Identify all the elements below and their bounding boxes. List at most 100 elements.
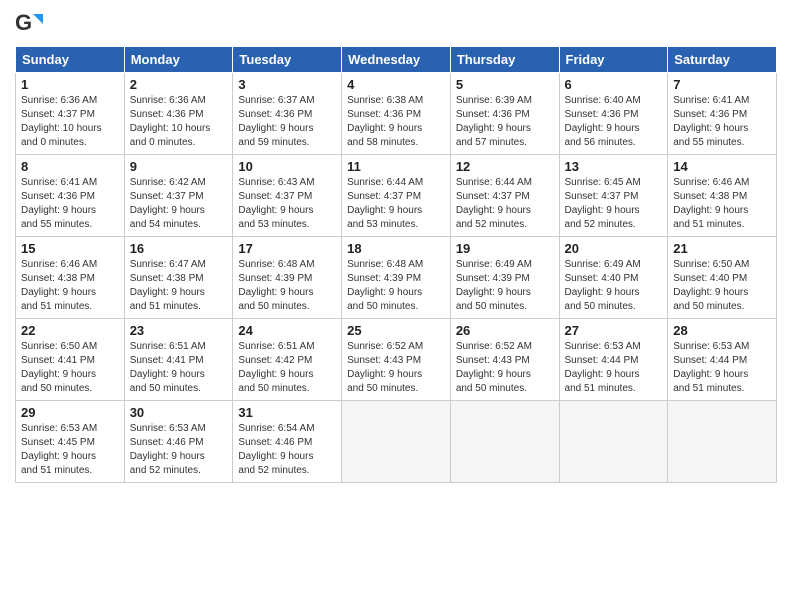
logo: G [15,10,47,38]
day-info: Sunrise: 6:49 AM Sunset: 4:39 PM Dayligh… [456,258,554,314]
calendar-cell: 19Sunrise: 6:49 AM Sunset: 4:39 PM Dayli… [450,237,559,319]
weekday-header-sunday: Sunday [16,47,125,73]
calendar-cell: 23 Sunrise: 6:51 AM Sunset: 4:41 PM Dayli… [124,319,233,401]
day-info: Sunrise: 6:50 AM Sunset: 4:41 PM Dayligh… [21,340,119,396]
day-info: Sunrise: 6:47 AM Sunset: 4:38 PM Dayligh… [130,258,228,314]
calendar-cell: 11 Sunrise: 6:44 AM Sunset: 4:37 PM Dayli… [342,155,451,237]
day-number: 4 [347,77,445,92]
day-number: 22 [21,323,119,338]
day-number: 11 [347,159,445,174]
day-number: 14 [673,159,771,174]
calendar-cell: 13Sunrise: 6:45 AM Sunset: 4:37 PM Dayli… [559,155,668,237]
day-info: Sunrise: 6:52 AM Sunset: 4:43 PM Dayligh… [347,340,445,396]
calendar-cell: 29 Sunrise: 6:53 AM Sunset: 4:45 PM Dayli… [16,401,125,483]
calendar-cell: 6Sunrise: 6:40 AM Sunset: 4:36 PM Daylig… [559,73,668,155]
calendar-cell: 22 Sunrise: 6:50 AM Sunset: 4:41 PM Dayli… [16,319,125,401]
day-number: 9 [130,159,228,174]
calendar-cell [668,401,777,483]
day-number: 29 [21,405,119,420]
day-info: Sunrise: 6:43 AM Sunset: 4:37 PM Dayligh… [238,176,336,232]
day-info: Sunrise: 6:45 AM Sunset: 4:37 PM Dayligh… [565,176,663,232]
day-number: 3 [238,77,336,92]
calendar-cell: 16 Sunrise: 6:47 AM Sunset: 4:38 PM Dayli… [124,237,233,319]
calendar-cell [342,401,451,483]
day-number: 24 [238,323,336,338]
calendar-cell: 18 Sunrise: 6:48 AM Sunset: 4:39 PM Dayli… [342,237,451,319]
calendar-cell: 20 Sunrise: 6:49 AM Sunset: 4:40 PM Dayli… [559,237,668,319]
day-info: Sunrise: 6:38 AM Sunset: 4:36 PM Dayligh… [347,94,445,150]
day-info: Sunrise: 6:53 AM Sunset: 4:46 PM Dayligh… [130,422,228,478]
day-info: Sunrise: 6:36 AM Sunset: 4:36 PM Dayligh… [130,94,228,150]
day-number: 15 [21,241,119,256]
day-info: Sunrise: 6:51 AM Sunset: 4:41 PM Dayligh… [130,340,228,396]
calendar-cell: 1Sunrise: 6:36 AM Sunset: 4:37 PM Daylig… [16,73,125,155]
calendar-cell: 25Sunrise: 6:52 AM Sunset: 4:43 PM Dayli… [342,319,451,401]
calendar-cell: 4 Sunrise: 6:38 AM Sunset: 4:36 PM Daylig… [342,73,451,155]
calendar-cell: 3 Sunrise: 6:37 AM Sunset: 4:36 PM Daylig… [233,73,342,155]
day-number: 21 [673,241,771,256]
calendar-cell: 7 Sunrise: 6:41 AM Sunset: 4:36 PM Daylig… [668,73,777,155]
calendar-table: SundayMondayTuesdayWednesdayThursdayFrid… [15,46,777,483]
day-number: 7 [673,77,771,92]
week-row-1: 1Sunrise: 6:36 AM Sunset: 4:37 PM Daylig… [16,73,777,155]
weekday-header-tuesday: Tuesday [233,47,342,73]
day-info: Sunrise: 6:51 AM Sunset: 4:42 PM Dayligh… [238,340,336,396]
svg-text:G: G [15,10,32,35]
day-info: Sunrise: 6:41 AM Sunset: 4:36 PM Dayligh… [21,176,119,232]
day-info: Sunrise: 6:53 AM Sunset: 4:45 PM Dayligh… [21,422,119,478]
day-number: 23 [130,323,228,338]
day-info: Sunrise: 6:49 AM Sunset: 4:40 PM Dayligh… [565,258,663,314]
day-info: Sunrise: 6:37 AM Sunset: 4:36 PM Dayligh… [238,94,336,150]
day-info: Sunrise: 6:40 AM Sunset: 4:36 PM Dayligh… [565,94,663,150]
calendar-cell: 15 Sunrise: 6:46 AM Sunset: 4:38 PM Dayli… [16,237,125,319]
day-info: Sunrise: 6:44 AM Sunset: 4:37 PM Dayligh… [347,176,445,232]
calendar-cell: 5 Sunrise: 6:39 AM Sunset: 4:36 PM Daylig… [450,73,559,155]
day-info: Sunrise: 6:42 AM Sunset: 4:37 PM Dayligh… [130,176,228,232]
weekday-header-thursday: Thursday [450,47,559,73]
day-number: 27 [565,323,663,338]
weekday-header-saturday: Saturday [668,47,777,73]
day-number: 12 [456,159,554,174]
day-info: Sunrise: 6:52 AM Sunset: 4:43 PM Dayligh… [456,340,554,396]
calendar-cell: 30Sunrise: 6:53 AM Sunset: 4:46 PM Dayli… [124,401,233,483]
calendar-cell: 2Sunrise: 6:36 AM Sunset: 4:36 PM Daylig… [124,73,233,155]
calendar-cell [559,401,668,483]
day-info: Sunrise: 6:41 AM Sunset: 4:36 PM Dayligh… [673,94,771,150]
weekday-header-row: SundayMondayTuesdayWednesdayThursdayFrid… [16,47,777,73]
day-info: Sunrise: 6:54 AM Sunset: 4:46 PM Dayligh… [238,422,336,478]
day-number: 8 [21,159,119,174]
day-info: Sunrise: 6:53 AM Sunset: 4:44 PM Dayligh… [565,340,663,396]
day-number: 18 [347,241,445,256]
calendar-cell [450,401,559,483]
calendar-cell: 10 Sunrise: 6:43 AM Sunset: 4:37 PM Dayli… [233,155,342,237]
week-row-5: 29 Sunrise: 6:53 AM Sunset: 4:45 PM Dayli… [16,401,777,483]
calendar-cell: 24 Sunrise: 6:51 AM Sunset: 4:42 PM Dayli… [233,319,342,401]
calendar-cell: 9 Sunrise: 6:42 AM Sunset: 4:37 PM Daylig… [124,155,233,237]
day-number: 10 [238,159,336,174]
day-number: 28 [673,323,771,338]
day-number: 16 [130,241,228,256]
week-row-3: 15 Sunrise: 6:46 AM Sunset: 4:38 PM Dayli… [16,237,777,319]
calendar-cell: 27 Sunrise: 6:53 AM Sunset: 4:44 PM Dayli… [559,319,668,401]
day-info: Sunrise: 6:50 AM Sunset: 4:40 PM Dayligh… [673,258,771,314]
day-info: Sunrise: 6:48 AM Sunset: 4:39 PM Dayligh… [347,258,445,314]
calendar-cell: 31 Sunrise: 6:54 AM Sunset: 4:46 PM Dayli… [233,401,342,483]
day-info: Sunrise: 6:46 AM Sunset: 4:38 PM Dayligh… [673,176,771,232]
day-info: Sunrise: 6:48 AM Sunset: 4:39 PM Dayligh… [238,258,336,314]
weekday-header-friday: Friday [559,47,668,73]
calendar-cell: 8 Sunrise: 6:41 AM Sunset: 4:36 PM Daylig… [16,155,125,237]
weekday-header-wednesday: Wednesday [342,47,451,73]
day-info: Sunrise: 6:36 AM Sunset: 4:37 PM Dayligh… [21,94,119,150]
day-info: Sunrise: 6:39 AM Sunset: 4:36 PM Dayligh… [456,94,554,150]
week-row-2: 8 Sunrise: 6:41 AM Sunset: 4:36 PM Daylig… [16,155,777,237]
day-info: Sunrise: 6:46 AM Sunset: 4:38 PM Dayligh… [21,258,119,314]
day-number: 5 [456,77,554,92]
day-number: 20 [565,241,663,256]
day-info: Sunrise: 6:44 AM Sunset: 4:37 PM Dayligh… [456,176,554,232]
calendar-cell: 14 Sunrise: 6:46 AM Sunset: 4:38 PM Dayli… [668,155,777,237]
week-row-4: 22 Sunrise: 6:50 AM Sunset: 4:41 PM Dayli… [16,319,777,401]
calendar-cell: 21 Sunrise: 6:50 AM Sunset: 4:40 PM Dayli… [668,237,777,319]
day-number: 31 [238,405,336,420]
day-number: 26 [456,323,554,338]
calendar-cell: 17Sunrise: 6:48 AM Sunset: 4:39 PM Dayli… [233,237,342,319]
